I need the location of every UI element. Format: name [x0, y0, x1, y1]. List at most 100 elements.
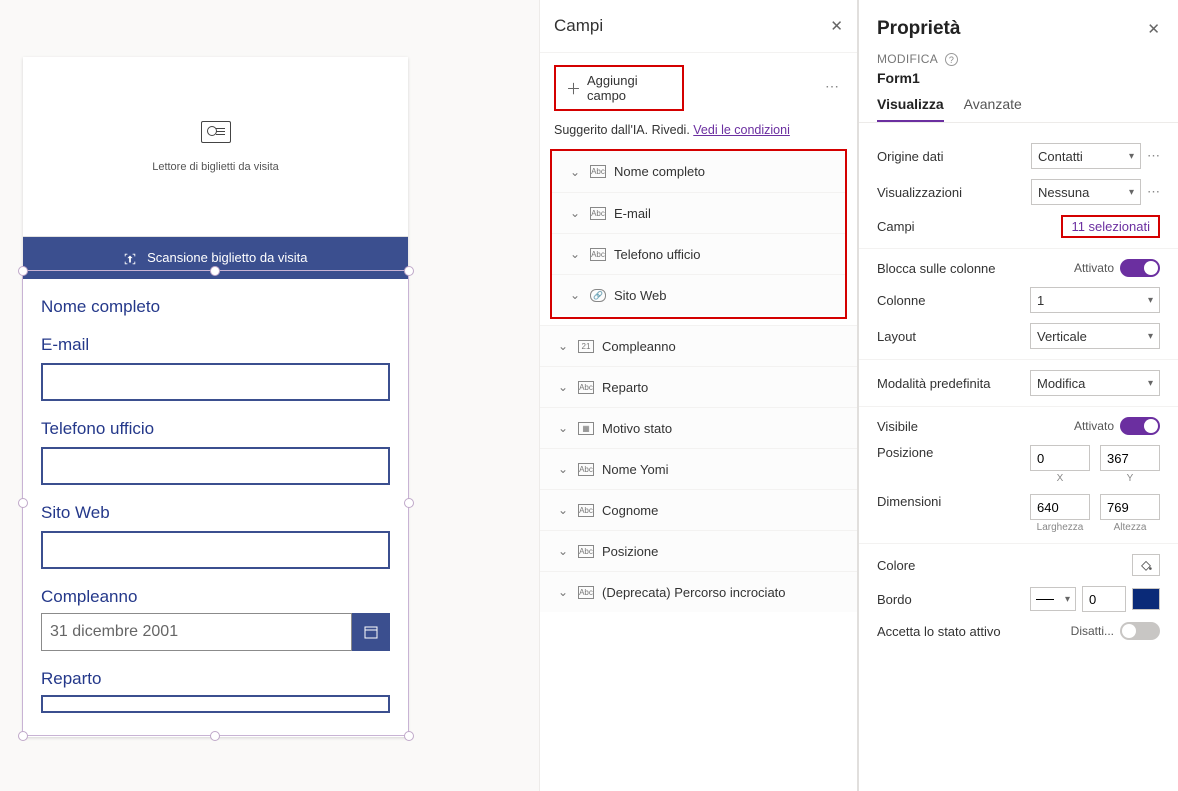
ai-suggest-note: Suggerito dall'IA. Rivedi. Vedi le condi… [540, 123, 857, 141]
layout-select[interactable]: Verticale▾ [1030, 323, 1160, 349]
fields-panel: Campi ✕ ＋ Aggiungi campo ⋯ Suggerito dal… [540, 0, 858, 791]
field-item-label: Compleanno [602, 339, 676, 354]
row-views: Visualizzazioni Nessuna▾ ⋯ [877, 179, 1160, 205]
birthday-field[interactable] [41, 613, 352, 651]
columns-label: Colonne [877, 293, 1030, 308]
field-item[interactable]: ⌄AbcTelefono ufficio [552, 233, 845, 274]
row-columns: Colonne 1▾ [877, 287, 1160, 313]
snap-toggle[interactable] [1120, 259, 1160, 277]
position-y-field[interactable] [1100, 445, 1160, 471]
field-item-label: Nome completo [614, 164, 705, 179]
help-icon[interactable]: ? [945, 53, 958, 66]
fields-label: Campi [877, 219, 1061, 234]
field-label-email: E-mail [41, 335, 390, 355]
chevron-down-icon: ⌄ [558, 339, 572, 353]
close-icon[interactable]: ✕ [1147, 20, 1160, 38]
scan-button-label: Scansione biglietto da visita [147, 250, 307, 265]
business-card-icon [201, 121, 231, 143]
options-icon: ▦ [578, 422, 594, 435]
ai-terms-link[interactable]: Vedi le condizioni [693, 123, 790, 137]
email-field[interactable] [41, 363, 390, 401]
field-label-phone: Telefono ufficio [41, 419, 390, 439]
form-body: Nome completo E-mail Telefono ufficio Si… [23, 297, 408, 713]
focus-toggle[interactable] [1120, 622, 1160, 640]
snap-value: Attivato [1074, 261, 1114, 275]
layout-label: Layout [877, 329, 1030, 344]
field-item[interactable]: ⌄🔗Sito Web [552, 274, 845, 315]
field-item-label: E-mail [614, 206, 651, 221]
visible-value: Attivato [1074, 419, 1114, 433]
fields-list-rest: ⌄21Compleanno⌄AbcReparto⌄▦Motivo stato⌄A… [540, 325, 857, 612]
color-label: Colore [877, 558, 1132, 573]
focus-label: Accetta lo stato attivo [877, 624, 1071, 639]
field-item[interactable]: ⌄AbcE-mail [552, 192, 845, 233]
edit-fields-link[interactable]: 11 selezionati [1061, 215, 1160, 238]
color-bucket-icon [1139, 558, 1153, 572]
row-position: Posizione X Y [877, 445, 1160, 484]
position-x-field[interactable] [1030, 445, 1090, 471]
resize-handle[interactable] [404, 266, 414, 276]
field-item[interactable]: ⌄Abc(Deprecata) Percorso incrociato [540, 571, 857, 612]
field-label-fullname: Nome completo [41, 297, 390, 317]
color-swatch-button[interactable] [1132, 554, 1160, 576]
resize-handle[interactable] [18, 731, 28, 741]
text-type-icon: Abc [578, 381, 594, 394]
field-item[interactable]: ⌄AbcReparto [540, 366, 857, 407]
properties-body: Origine dati Contatti▾ ⋯ Visualizzazioni… [859, 123, 1178, 660]
mode-select[interactable]: Modifica▾ [1030, 370, 1160, 396]
tab-advanced[interactable]: Avanzate [964, 96, 1022, 122]
field-item-label: Reparto [602, 380, 648, 395]
close-icon[interactable]: ✕ [830, 17, 843, 35]
more-icon[interactable]: ⋯ [825, 78, 839, 95]
more-icon[interactable]: ⋯ [1147, 184, 1160, 200]
department-field[interactable] [41, 695, 390, 713]
fields-panel-title: Campi [554, 16, 603, 36]
resize-handle[interactable] [18, 498, 28, 508]
field-item-label: Cognome [602, 503, 658, 518]
field-item-label: Sito Web [614, 288, 667, 303]
row-default-mode: Modalità predefinita Modifica▾ [877, 370, 1160, 396]
highlighted-fields-group: ⌄AbcNome completo⌄AbcE-mail⌄AbcTelefono … [550, 149, 847, 319]
field-item[interactable]: ⌄▦Motivo stato [540, 407, 857, 448]
views-label: Visualizzazioni [877, 185, 1031, 200]
height-field[interactable] [1100, 494, 1160, 520]
focus-value: Disatti... [1071, 624, 1114, 638]
field-item[interactable]: ⌄21Compleanno [540, 325, 857, 366]
resize-handle[interactable] [18, 266, 28, 276]
visible-toggle[interactable] [1120, 417, 1160, 435]
resize-handle[interactable] [404, 731, 414, 741]
width-field[interactable] [1030, 494, 1090, 520]
data-source-select[interactable]: Contatti▾ [1031, 143, 1141, 169]
field-item-label: Posizione [602, 544, 658, 559]
field-item[interactable]: ⌄AbcCognome [540, 489, 857, 530]
views-select[interactable]: Nessuna▾ [1031, 179, 1141, 205]
row-layout: Layout Verticale▾ [877, 323, 1160, 349]
row-snap: Blocca sulle colonne Attivato [877, 259, 1160, 277]
resize-handle[interactable] [210, 266, 220, 276]
border-color-swatch[interactable] [1132, 588, 1160, 610]
size-label: Dimensioni [877, 494, 1030, 509]
field-item-label: Nome Yomi [602, 462, 668, 477]
row-fields: Campi 11 selezionati [877, 215, 1160, 238]
field-item-label: Motivo stato [602, 421, 672, 436]
fields-panel-header: Campi ✕ [540, 0, 857, 53]
border-style-select[interactable]: ▾ [1030, 587, 1076, 611]
resize-handle[interactable] [210, 731, 220, 741]
field-item[interactable]: ⌄AbcNome Yomi [540, 448, 857, 489]
scan-icon [123, 252, 137, 266]
office-phone-field[interactable] [41, 447, 390, 485]
more-icon[interactable]: ⋯ [1147, 148, 1160, 164]
border-width-field[interactable] [1082, 586, 1126, 612]
form-preview[interactable]: Lettore di biglietti da visita Scansione… [23, 57, 408, 737]
field-item[interactable]: ⌄AbcNome completo [552, 151, 845, 192]
birthday-picker-button[interactable] [352, 613, 390, 651]
website-field[interactable] [41, 531, 390, 569]
columns-select[interactable]: 1▾ [1030, 287, 1160, 313]
add-field-button[interactable]: ＋ Aggiungi campo [554, 65, 684, 111]
chevron-down-icon: ⌄ [558, 462, 572, 476]
field-item[interactable]: ⌄AbcPosizione [540, 530, 857, 571]
position-label: Posizione [877, 445, 1030, 460]
row-visible: Visibile Attivato [877, 417, 1160, 435]
resize-handle[interactable] [404, 498, 414, 508]
tab-display[interactable]: Visualizza [877, 96, 944, 122]
